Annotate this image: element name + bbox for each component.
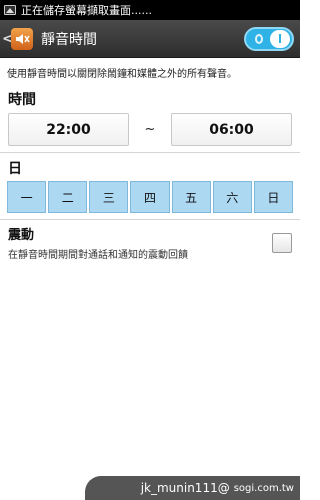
image-icon [4,5,16,15]
toggle-on-mark-icon [279,34,281,43]
quiet-time-toggle[interactable] [244,26,294,51]
action-bar: < 靜音時間 [0,20,300,58]
day-label: 日 [8,161,22,177]
watermark-user: jk_munin111@ [140,481,230,495]
day-button-fri[interactable]: 五 [171,181,211,213]
vibration-title: 震動 [8,228,35,243]
vibration-text: 震動 在靜音時間期間對通話和通知的震動回饋 [8,224,188,261]
day-button-mon[interactable]: 一 [7,181,47,213]
status-bar: 正在儲存螢幕擷取畫面...... [0,0,300,20]
watermark-site: sogi.com.tw [233,482,294,494]
time-label: 時間 [8,92,36,108]
time-row: 22:00 ~ 06:00 [0,109,300,146]
toggle-thumb[interactable] [270,29,290,48]
end-time-button[interactable]: 06:00 [171,113,292,146]
speaker-mute-icon[interactable] [11,27,33,50]
vibration-checkbox[interactable] [272,232,292,253]
day-button-sun[interactable]: 日 [253,181,293,213]
day-button-wed[interactable]: 三 [89,181,129,213]
status-notification: 正在儲存螢幕擷取畫面...... [21,4,152,17]
back-chevron-icon[interactable]: < [2,31,14,47]
vibration-setting[interactable]: 震動 在靜音時間期間對通話和通知的震動回饋 [0,220,300,261]
day-selector: 一 二 三 四 五 六 日 [0,178,300,213]
toggle-off-mark-icon [255,33,263,44]
time-separator: ~ [144,122,156,137]
description: 使用靜音時間以關閉除鬧鐘和媒體之外的所有聲音。 [7,69,237,80]
watermark: jk_munin111@ sogi.com.tw [85,476,300,500]
page-title: 靜音時間 [41,31,97,48]
day-button-sat[interactable]: 六 [212,181,252,213]
vibration-subtitle: 在靜音時間期間對通話和通知的震動回饋 [8,250,188,261]
start-time-button[interactable]: 22:00 [8,113,129,146]
day-button-thu[interactable]: 四 [130,181,170,213]
day-button-tue[interactable]: 二 [48,181,88,213]
